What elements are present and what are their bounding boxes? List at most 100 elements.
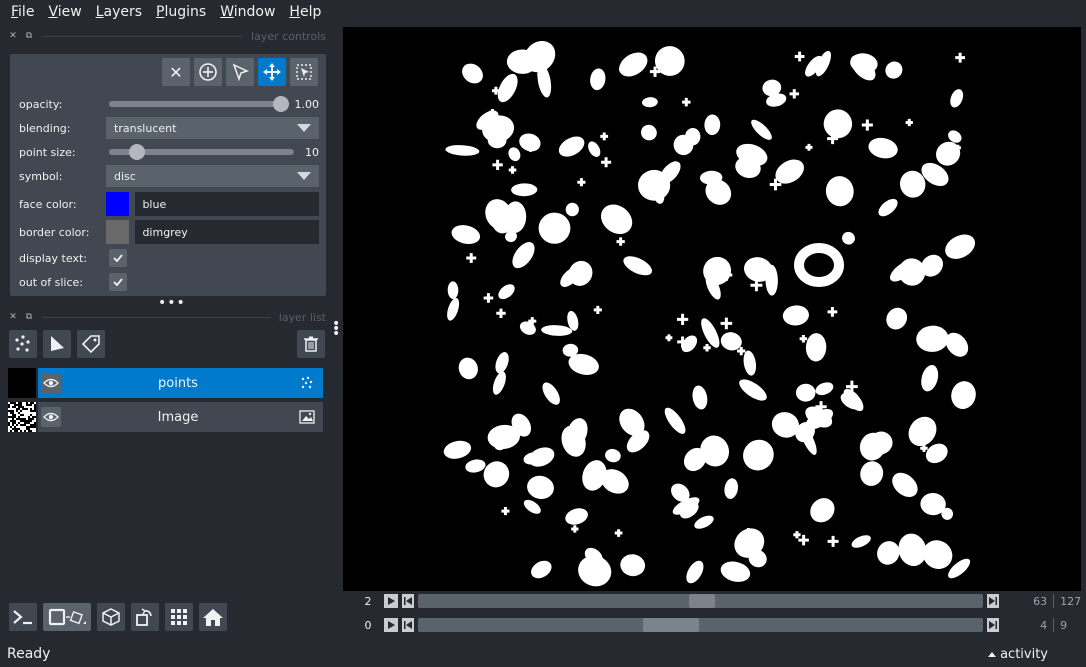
out-of-slice-label: out of slice: xyxy=(19,275,83,289)
roll-icon xyxy=(136,608,152,626)
point-size-slider-handle[interactable] xyxy=(129,144,146,160)
point-size-value: 10 xyxy=(305,145,319,159)
close-icon: ✕ xyxy=(169,62,183,82)
cube-icon xyxy=(102,608,120,626)
console-button[interactable] xyxy=(9,603,37,631)
play-icon xyxy=(387,621,395,629)
dim-current-value[interactable]: 63 xyxy=(1017,595,1047,608)
border-color-value: dimgrey xyxy=(142,225,188,239)
border-color-swatch[interactable] xyxy=(106,220,130,244)
play-button[interactable] xyxy=(383,594,398,608)
grid-icon xyxy=(171,609,187,625)
dim-max-value: 9 xyxy=(1060,618,1068,632)
blending-dropdown[interactable]: translucent xyxy=(106,117,319,139)
status-message: Ready xyxy=(7,646,51,662)
new-points-layer-button[interactable] xyxy=(9,330,37,358)
dim-slider-track[interactable] xyxy=(417,618,984,632)
border-color-row: border color: dimgrey xyxy=(19,220,319,244)
layer-controls-header: ✕ ⧉ layer controls xyxy=(8,27,326,45)
layer-row-image[interactable]: Image xyxy=(8,402,323,432)
dim-slider-handle[interactable] xyxy=(643,618,700,632)
opacity-value: 1.00 xyxy=(294,97,320,111)
close-dock-icon[interactable]: ✕ xyxy=(8,31,18,41)
menu-file[interactable]: File xyxy=(4,0,41,24)
checkmark-icon xyxy=(113,278,123,287)
dim-separator xyxy=(1053,618,1055,632)
menu-bar: File View Layers Plugins Window Help xyxy=(0,0,1086,24)
step-back-button[interactable] xyxy=(401,594,414,608)
skip-back-icon xyxy=(403,621,412,629)
grid-view-button[interactable] xyxy=(165,603,193,631)
symbol-dropdown[interactable]: disc xyxy=(106,165,319,187)
select-points-button[interactable] xyxy=(226,58,254,86)
visibility-toggle[interactable] xyxy=(41,373,61,393)
status-bar: Ready activity xyxy=(0,641,1086,667)
border-color-field[interactable]: dimgrey xyxy=(135,220,319,244)
select-arrow-icon xyxy=(232,63,250,82)
float-dock-icon[interactable]: ⧉ xyxy=(24,31,34,41)
layer-item[interactable]: points xyxy=(38,368,323,398)
roll-dimensions-button[interactable] xyxy=(131,603,159,631)
blending-row: blending: translucent xyxy=(19,116,319,140)
opacity-slider-handle[interactable] xyxy=(273,96,289,112)
menu-plugins[interactable]: Plugins xyxy=(149,0,213,24)
point-size-slider[interactable] xyxy=(109,144,294,160)
menu-help[interactable]: Help xyxy=(282,0,328,24)
image-icon xyxy=(295,410,319,424)
opacity-slider[interactable] xyxy=(109,96,289,112)
menu-view[interactable]: View xyxy=(41,0,88,24)
transform-icon xyxy=(296,64,312,80)
dim-slider-row-axis-0: 0 4 9 xyxy=(360,616,1086,634)
menu-window[interactable]: Window xyxy=(213,0,282,24)
eye-icon xyxy=(43,412,59,422)
viewer-canvas[interactable] xyxy=(343,27,1081,591)
activity-button[interactable]: activity xyxy=(988,647,1048,662)
axis-index[interactable]: 0 xyxy=(360,619,376,632)
delete-points-button[interactable]: ✕ xyxy=(162,58,190,86)
layer-item[interactable]: Image xyxy=(38,402,323,432)
axis-index[interactable]: 2 xyxy=(360,595,376,608)
panel-splitter-handle[interactable]: ••• xyxy=(158,296,186,310)
points-mode-buttons: ✕ xyxy=(162,58,318,86)
layer-name[interactable]: points xyxy=(61,376,295,391)
play-icon xyxy=(387,597,395,605)
blending-value: translucent xyxy=(114,121,177,135)
move-arrows-icon xyxy=(263,63,281,81)
dim-slider-handle[interactable] xyxy=(688,594,715,608)
chevron-down-icon xyxy=(297,172,311,180)
step-back-button[interactable] xyxy=(401,618,414,632)
float-dock-icon[interactable]: ⧉ xyxy=(24,312,34,322)
blending-label: blending: xyxy=(19,121,71,135)
add-points-button[interactable] xyxy=(194,58,222,86)
face-color-field[interactable]: blue xyxy=(135,192,319,216)
dim-current-value[interactable]: 4 xyxy=(1017,619,1047,632)
step-forward-button[interactable] xyxy=(987,618,1000,632)
dim-slider-track[interactable] xyxy=(417,594,984,608)
dim-separator xyxy=(1053,594,1055,608)
delete-layer-button[interactable] xyxy=(297,330,325,358)
ndisplay-toggle-button[interactable] xyxy=(43,603,91,631)
layer-list-title: layer list xyxy=(278,310,326,324)
pan-zoom-button[interactable] xyxy=(258,58,286,86)
new-labels-layer-button[interactable] xyxy=(77,330,105,358)
eye-icon xyxy=(43,378,59,388)
home-reset-view-button[interactable] xyxy=(199,603,227,631)
dock-resize-handle[interactable]: • • • xyxy=(332,317,340,341)
layer-row-points[interactable]: points xyxy=(8,368,323,398)
out-of-slice-checkbox[interactable] xyxy=(109,273,127,291)
play-button[interactable] xyxy=(383,618,398,632)
menu-layers[interactable]: Layers xyxy=(89,0,149,24)
transform-button[interactable] xyxy=(290,58,318,86)
close-dock-icon[interactable]: ✕ xyxy=(8,312,18,322)
new-shapes-layer-button[interactable] xyxy=(43,330,71,358)
skip-forward-icon xyxy=(989,621,998,629)
layer-name[interactable]: Image xyxy=(61,410,295,425)
visibility-toggle[interactable] xyxy=(41,407,61,427)
display-text-checkbox[interactable] xyxy=(109,249,127,267)
symbol-value: disc xyxy=(114,169,136,183)
step-forward-button[interactable] xyxy=(987,594,1000,608)
3d-view-button[interactable] xyxy=(97,603,125,631)
add-circle-icon xyxy=(199,63,217,81)
label-tag-icon xyxy=(81,335,100,354)
face-color-swatch[interactable] xyxy=(106,192,130,216)
